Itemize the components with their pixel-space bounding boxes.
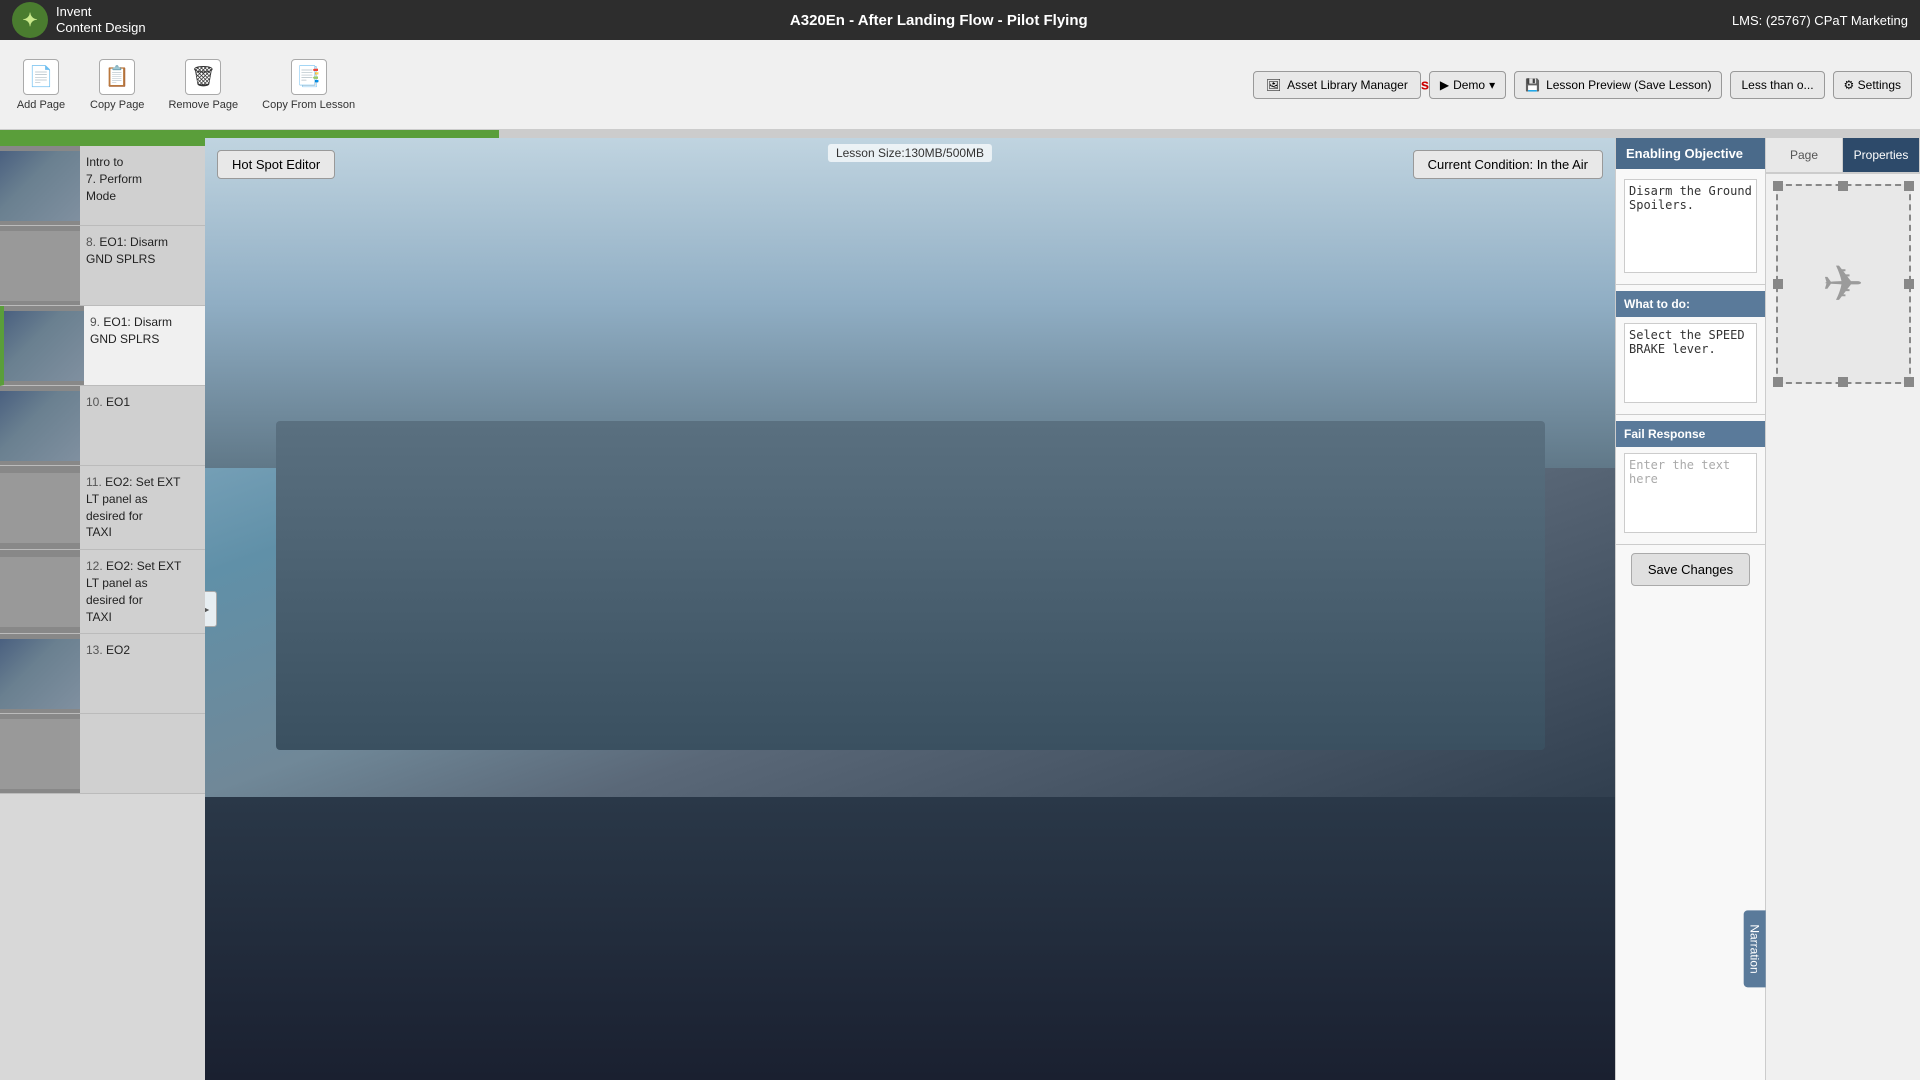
condition-badge: Current Condition: In the Air: [1413, 150, 1603, 179]
sidebar: Intro to7. PerformMode 8. EO1: DisarmGND…: [0, 138, 205, 1080]
preview-icon: 💾: [1525, 78, 1540, 92]
sidebar-thumb-5: [0, 466, 80, 549]
settings-icon: ⚙: [1844, 78, 1855, 92]
copy-page-button[interactable]: 📋 Copy Page: [90, 59, 144, 111]
sidebar-item-5[interactable]: 11. EO2: Set EXTLT panel asdesired forTA…: [0, 466, 205, 550]
sidebar-thumb-7: [0, 634, 80, 713]
thumb-image-5: [0, 473, 80, 543]
sidebar-label-5: 11. EO2: Set EXTLT panel asdesired forTA…: [80, 466, 205, 549]
tab-page[interactable]: Page: [1766, 138, 1843, 172]
copy-from-lesson-button[interactable]: 📑 Copy From Lesson: [262, 59, 355, 111]
add-page-button[interactable]: 📄 Add Page: [16, 59, 66, 111]
resize-handle-br[interactable]: [1904, 377, 1914, 387]
what-to-do-header: What to do:: [1616, 291, 1765, 317]
cockpit-floor: [205, 797, 1615, 1080]
sidebar-label-8: [80, 714, 205, 793]
what-to-do-textarea[interactable]: Select the SPEED BRAKE lever.: [1624, 323, 1757, 403]
topbar-logo: ✦ Invent Content Design: [12, 2, 146, 38]
asset-library-button[interactable]: 🖼 Asset Library Manager: [1253, 71, 1421, 99]
logo-text: Invent Content Design: [56, 4, 146, 35]
sidebar-item-1[interactable]: Intro to7. PerformMode: [0, 146, 205, 226]
thumb-image-6: [0, 557, 80, 627]
sidebar-label-6: 12. EO2: Set EXTLT panel asdesired forTA…: [80, 550, 205, 633]
enabling-objective-dropdown[interactable]: Enabling Objective Learning Objective Te…: [1616, 138, 1765, 169]
enabling-content-textarea[interactable]: Disarm the Ground Spoilers.: [1624, 179, 1757, 273]
topbar-title: A320En - After Landing Flow - Pilot Flyi…: [790, 12, 1088, 29]
thumb-image-2: [0, 231, 80, 301]
airplane-icon: ✈: [1822, 255, 1864, 313]
resize-handle-tr[interactable]: [1904, 181, 1914, 191]
sidebar-label-3: 9. EO1: DisarmGND SPLRS: [84, 306, 205, 385]
resize-handle-mr[interactable]: [1904, 279, 1914, 289]
cockpit-sky: [205, 138, 1615, 468]
sidebar-label-1: Intro to7. PerformMode: [80, 146, 205, 225]
properties-panel: Page Properties ✈: [1765, 138, 1920, 1080]
sidebar-top-strip: [0, 138, 205, 146]
toolbar-right-buttons: 🖼 Asset Library Manager ▶ Demo ▾ 💾 Lesso…: [1253, 71, 1912, 99]
asset-lib-icon: 🖼: [1266, 78, 1281, 92]
fail-response-section: Fail Response Enter the text here: [1616, 415, 1765, 545]
what-to-do-section: What to do: Select the SPEED BRAKE lever…: [1616, 285, 1765, 415]
cockpit-image: [205, 138, 1615, 1080]
page-properties-tabs: Page Properties: [1766, 138, 1920, 174]
sidebar-thumb-3: [4, 306, 84, 385]
sidebar-item-8[interactable]: [0, 714, 205, 794]
sidebar-item-7[interactable]: 13. EO2: [0, 634, 205, 714]
sidebar-thumb-1: [0, 146, 80, 225]
sidebar-thumb-6: [0, 550, 80, 633]
logo-icon: ✦: [12, 2, 48, 38]
fail-response-textarea[interactable]: Enter the text here: [1624, 453, 1757, 533]
sidebar-thumb-4: [0, 386, 80, 465]
resize-handle-tl[interactable]: [1773, 181, 1783, 191]
demo-chevron-icon: ▾: [1489, 78, 1495, 92]
thumb-image-7: [0, 639, 80, 709]
enabling-panel: Enabling Objective Learning Objective Te…: [1615, 138, 1765, 1080]
demo-button[interactable]: ▶ Demo ▾: [1429, 71, 1506, 99]
sidebar-item-6[interactable]: 12. EO2: Set EXTLT panel asdesired forTA…: [0, 550, 205, 634]
toolbar: 📄 Add Page 📋 Copy Page 🗑 Remove Page 📑 C…: [0, 40, 1920, 130]
thumb-image-8: [0, 719, 80, 789]
remove-page-icon: 🗑: [185, 59, 221, 95]
sidebar-item-4[interactable]: 10. EO1: [0, 386, 205, 466]
progress-bar-container: [0, 130, 1920, 138]
sidebar-item-3[interactable]: 9. EO1: DisarmGND SPLRS: [0, 306, 205, 386]
narration-tab[interactable]: Narration: [1743, 910, 1765, 987]
tab-properties[interactable]: Properties: [1843, 138, 1920, 172]
sidebar-label-4: 10. EO1: [80, 386, 205, 465]
progress-bar-fill: [0, 130, 499, 138]
sidebar-label-2: 8. EO1: DisarmGND SPLRS: [80, 226, 205, 305]
less-than-button[interactable]: Less than o...: [1730, 71, 1824, 99]
resize-handle-ml[interactable]: [1773, 279, 1783, 289]
sidebar-item-2[interactable]: 8. EO1: DisarmGND SPLRS: [0, 226, 205, 306]
sidebar-label-7: 13. EO2: [80, 634, 205, 713]
add-page-icon: 📄: [23, 59, 59, 95]
copy-from-lesson-icon: 📑: [291, 59, 327, 95]
copy-page-icon: 📋: [99, 59, 135, 95]
collapse-panel-button[interactable]: ►: [205, 591, 217, 627]
save-changes-button[interactable]: Save Changes: [1631, 553, 1750, 586]
main-content: Intro to7. PerformMode 8. EO1: DisarmGND…: [0, 138, 1920, 1080]
enabling-content-section: Disarm the Ground Spoilers.: [1616, 173, 1765, 285]
topbar: ✦ Invent Content Design A320En - After L…: [0, 0, 1920, 40]
canvas-area: Lesson Size:130MB/500MB Hot Spot Editor …: [205, 138, 1615, 1080]
enabling-header: Enabling Objective Learning Objective Te…: [1616, 138, 1765, 169]
thumb-image-4: [0, 391, 80, 461]
resize-handle-bm[interactable]: [1838, 377, 1848, 387]
settings-button[interactable]: ⚙ Settings: [1833, 71, 1912, 99]
lesson-preview-button[interactable]: 💾 Lesson Preview (Save Lesson): [1514, 71, 1722, 99]
sidebar-thumb-2: [0, 226, 80, 305]
airplane-widget: ✈: [1776, 184, 1911, 384]
hotspot-editor-button[interactable]: Hot Spot Editor: [217, 150, 335, 179]
thumb-image-3: [4, 311, 84, 381]
cockpit-instrument-panel: [276, 421, 1545, 751]
fail-response-header: Fail Response: [1616, 421, 1765, 447]
resize-handle-tm[interactable]: [1838, 181, 1848, 191]
lesson-size-label: Lesson Size:130MB/500MB: [828, 144, 992, 162]
resize-handle-bl[interactable]: [1773, 377, 1783, 387]
remove-page-button[interactable]: 🗑 Remove Page: [168, 59, 238, 111]
sidebar-thumb-8: [0, 714, 80, 793]
thumb-image-1: [0, 151, 80, 221]
lms-info: LMS: (25767) CPaT Marketing: [1732, 13, 1908, 28]
demo-icon: ▶: [1440, 78, 1449, 92]
